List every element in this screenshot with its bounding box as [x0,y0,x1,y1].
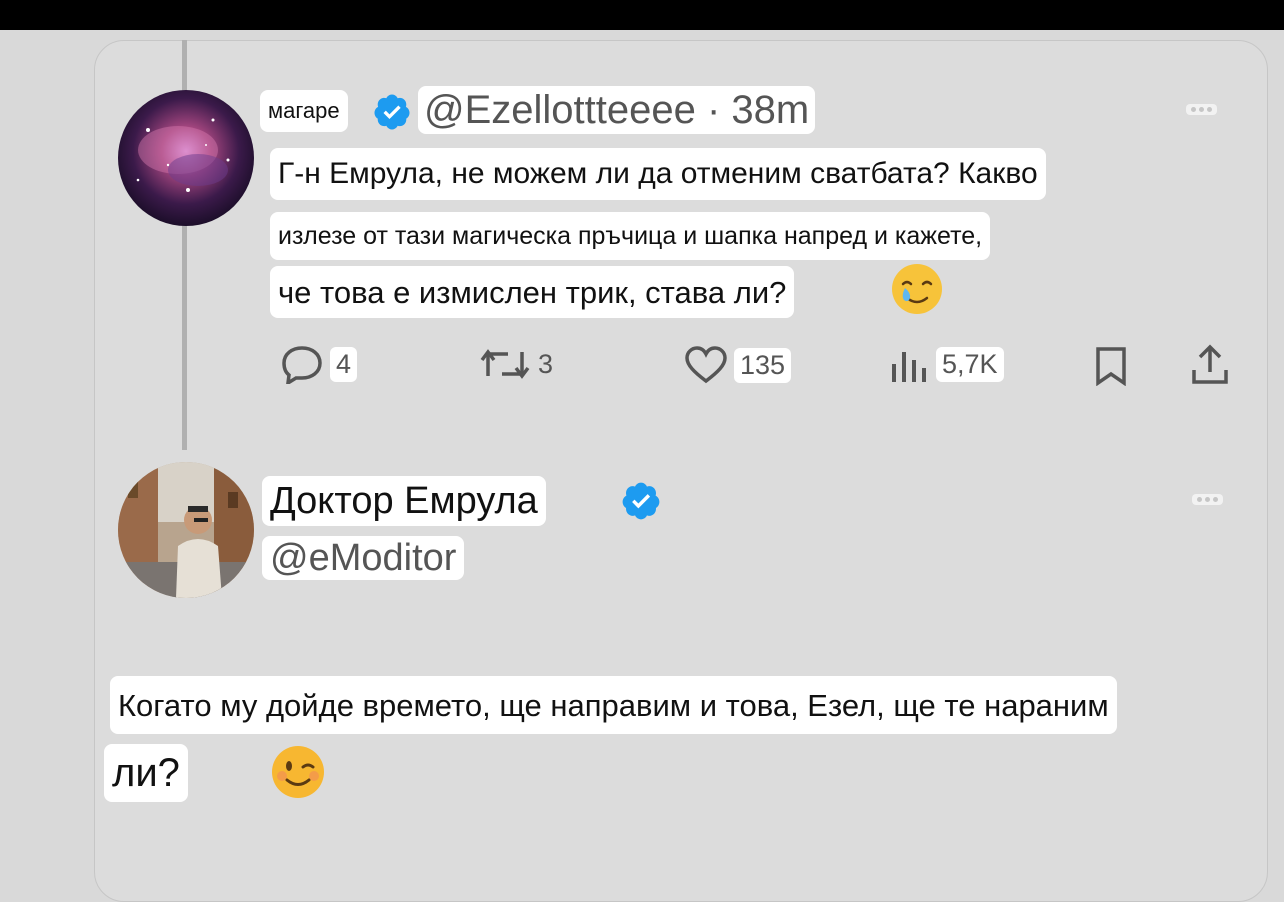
tweet1-display-name[interactable]: магаре [260,90,348,132]
reply-count: 4 [330,346,358,382]
views-count: 5,7K [936,346,1004,382]
share-icon [1192,344,1228,384]
avatar-emrula[interactable] [118,462,254,598]
avatar-ezel[interactable] [118,90,254,226]
tweet1-text-line2: излезе от тази магическа пръчица и шапка… [270,212,991,260]
tweet2-handle-text: @eModitor [270,537,457,579]
views-chart-icon [892,352,926,382]
tweet1-text-line3-text: че това е измислен трик, става ли? [278,274,787,310]
tweet2-handle[interactable]: @eModitor [262,536,465,580]
reply-icon [282,346,322,384]
winking-face-emoji-icon [270,744,326,805]
tweet2-more-icon[interactable] [1192,494,1223,505]
tweet1-text-line3: че това е измислен трик, става ли? [270,266,795,318]
retweet-icon [480,349,530,379]
like-count: 135 [734,347,792,383]
bookmark-icon [1096,347,1126,386]
tweet1-display-name-text: магаре [268,98,340,123]
tweet1-more-icon[interactable] [1186,104,1217,115]
tweet1-text-line1-text: Г-н Емрула, не можем ли да отменим сватб… [278,157,1038,190]
retweet-count: 3 [538,348,554,379]
tweet1-handle-time[interactable]: @Ezellottteeee · 38m [418,86,816,134]
bookmark-action[interactable] [1094,346,1128,386]
tweet1-text-line1: Г-н Емрула, не можем ли да отменим сватб… [270,148,1046,200]
top-black-bar [0,0,1284,30]
tweet2-display-name[interactable]: Доктор Емрула [262,476,546,526]
verified-badge-icon [372,92,412,137]
share-action[interactable] [1190,344,1230,386]
like-action[interactable]: 135 [684,346,792,384]
tweet2-display-name-text: Доктор Емрула [270,480,538,522]
tweet2-text-line1-text: Когато му дойде времето, ще направим и т… [118,687,1109,723]
views-action[interactable]: 5,7K [886,344,1004,384]
tweet2-text-line2: ли? [104,744,188,802]
verified-badge-icon-2 [620,480,662,527]
tweet2-text-line1: Когато му дойде времето, ще направим и т… [110,676,1117,734]
reply-action[interactable]: 4 [280,344,358,384]
heart-icon [685,346,727,384]
tweet1-handle-time-text: @Ezellottteeee · 38m [424,88,810,132]
tweet2-text-line2-text: ли? [112,751,180,795]
crying-smile-emoji-icon [890,262,944,321]
retweet-action[interactable]: 3 [478,346,553,382]
tweet1-text-line2-text: излезе от тази магическа пръчица и шапка… [278,221,983,250]
